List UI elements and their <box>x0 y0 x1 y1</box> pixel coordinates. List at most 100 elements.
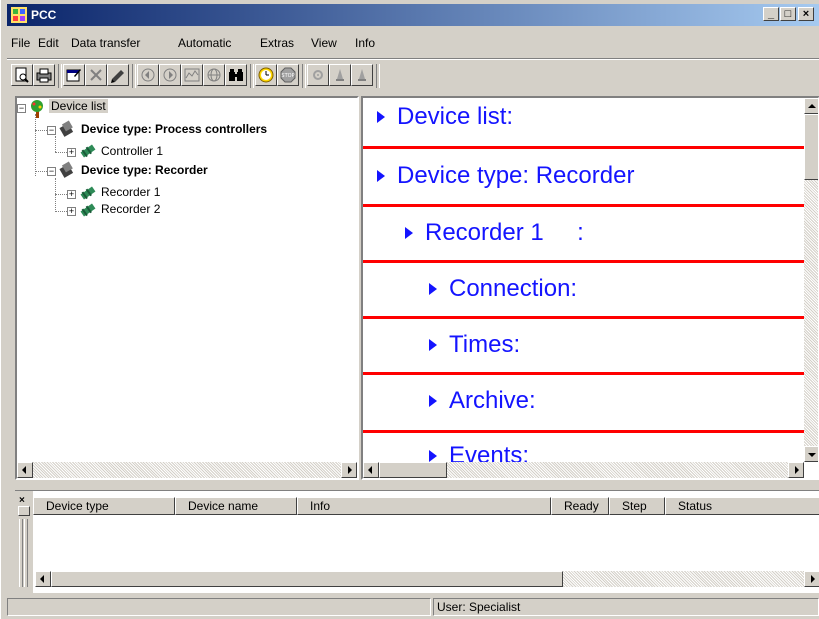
menu-info[interactable]: Info <box>355 36 375 50</box>
alarm-off-button[interactable] <box>351 64 373 86</box>
upload-icon <box>141 68 155 82</box>
stop-icon: STOP <box>280 67 296 83</box>
document-vertical-scrollbar[interactable] <box>804 98 818 462</box>
column-status[interactable]: Status <box>665 497 819 515</box>
table-header: Device type Device name Info Ready Step … <box>33 497 819 515</box>
divider <box>363 316 805 319</box>
scroll-left-button[interactable] <box>35 571 51 587</box>
expand-arrow-icon <box>377 170 385 182</box>
clock-button[interactable] <box>255 64 277 86</box>
divider <box>363 430 805 433</box>
status-bar: User: Specialist <box>7 596 819 618</box>
document-horizontal-scrollbar[interactable] <box>363 462 804 478</box>
tree-item-recorder-1[interactable]: Recorder 1 <box>101 185 160 199</box>
column-info[interactable]: Info <box>297 497 551 515</box>
menu-automatic[interactable]: Automatic <box>178 36 231 50</box>
doc-row-times[interactable]: Times: <box>363 320 803 372</box>
properties-button[interactable] <box>63 64 85 86</box>
menu-data-transfer[interactable]: Data transfer <box>71 36 140 50</box>
find-icon <box>229 69 243 81</box>
controller-icon <box>80 144 96 158</box>
panel-grip[interactable]: × <box>15 491 33 593</box>
scroll-left-button[interactable] <box>17 462 33 478</box>
column-device-name[interactable]: Device name <box>175 497 297 515</box>
tree-type-recorder[interactable]: Device type: Recorder <box>81 163 208 177</box>
scroll-right-button[interactable] <box>341 462 357 478</box>
expand-arrow-icon <box>429 395 437 407</box>
doc-row-events[interactable]: Events: <box>363 434 803 469</box>
tree-item-controller-1[interactable]: Controller 1 <box>101 144 163 158</box>
device-list-panel: × Device type Device name Info Ready Ste… <box>15 490 819 593</box>
scroll-down-button[interactable] <box>804 446 818 462</box>
scroll-thumb[interactable] <box>51 571 563 587</box>
doc-row-connection[interactable]: Connection: <box>363 264 803 318</box>
scroll-left-button[interactable] <box>363 462 379 478</box>
device-tree-pane: − Device list − Device type: Process con… <box>15 96 359 480</box>
settings-button[interactable] <box>307 64 329 86</box>
alarm-icon <box>336 69 344 81</box>
menu-edit[interactable]: Edit <box>38 36 59 50</box>
column-ready[interactable]: Ready <box>551 497 609 515</box>
tree-item-recorder-2[interactable]: Recorder 2 <box>101 202 160 216</box>
scroll-right-button[interactable] <box>788 462 804 478</box>
document-pane: Device list: Device type: Recorder Recor… <box>361 96 819 480</box>
globe-button[interactable] <box>203 64 225 86</box>
chart-icon <box>184 68 200 82</box>
list-horizontal-scrollbar[interactable] <box>35 571 819 587</box>
divider <box>363 260 805 263</box>
device-type-icon <box>59 120 74 137</box>
globe-icon <box>207 68 221 82</box>
column-device-type[interactable]: Device type <box>33 497 175 515</box>
close-button[interactable]: × <box>798 7 814 21</box>
expand-arrow-icon <box>429 339 437 351</box>
recorder-1-expand-toggle[interactable]: + <box>67 190 76 199</box>
toolbar: STOP <box>7 62 819 92</box>
expand-arrow-icon <box>429 283 437 295</box>
doc-row-recorder-1[interactable]: Recorder 1 : <box>363 208 803 262</box>
window-title: PCC <box>31 8 57 22</box>
type-recorder-toggle[interactable]: − <box>47 167 56 176</box>
title-bar[interactable]: PCC _ □ × <box>7 4 819 26</box>
type-process-controllers-toggle[interactable]: − <box>47 126 56 135</box>
root-collapse-toggle[interactable]: − <box>17 104 26 113</box>
download-button[interactable] <box>159 64 181 86</box>
scroll-thumb[interactable] <box>379 462 447 478</box>
status-panel-main <box>7 598 431 616</box>
menu-extras[interactable]: Extras <box>260 36 294 50</box>
pcc-window: PCC _ □ × File Edit Data transfer Automa… <box>0 0 819 619</box>
doc-row-archive[interactable]: Archive: <box>363 376 803 428</box>
print-button[interactable] <box>33 64 55 86</box>
scroll-up-button[interactable] <box>804 98 818 114</box>
column-step[interactable]: Step <box>609 497 665 515</box>
print-preview-button[interactable] <box>11 64 33 86</box>
close-panel-icon[interactable]: × <box>19 495 25 506</box>
tree-horizontal-scrollbar[interactable] <box>17 462 357 478</box>
find-button[interactable] <box>225 64 247 86</box>
stop-button[interactable]: STOP <box>277 64 299 86</box>
print-preview-icon <box>15 67 29 83</box>
menu-view[interactable]: View <box>311 36 337 50</box>
tree-type-process-controllers[interactable]: Device type: Process controllers <box>81 122 267 136</box>
print-icon <box>36 68 52 83</box>
tree-root-label[interactable]: Device list <box>49 99 108 113</box>
menu-separator <box>7 58 819 60</box>
chart-button[interactable] <box>181 64 203 86</box>
minimize-button[interactable]: _ <box>763 7 779 21</box>
doc-row-device-list[interactable]: Device list: <box>363 98 803 148</box>
alarm-button[interactable] <box>329 64 351 86</box>
scroll-right-button[interactable] <box>804 571 819 587</box>
clock-icon <box>258 67 274 83</box>
maximize-button[interactable]: □ <box>780 7 796 21</box>
controller-1-expand-toggle[interactable]: + <box>67 148 76 157</box>
delete-button[interactable] <box>85 64 107 86</box>
recorder-icon <box>80 203 96 217</box>
upload-button[interactable] <box>137 64 159 86</box>
doc-row-device-type-recorder[interactable]: Device type: Recorder <box>363 150 803 206</box>
edit-button[interactable] <box>107 64 129 86</box>
recorder-2-expand-toggle[interactable]: + <box>67 207 76 216</box>
divider <box>363 372 805 375</box>
app-icon <box>11 7 27 23</box>
menu-file[interactable]: File <box>11 36 30 50</box>
scroll-thumb[interactable] <box>804 114 818 180</box>
expand-panel-icon[interactable] <box>18 506 30 516</box>
